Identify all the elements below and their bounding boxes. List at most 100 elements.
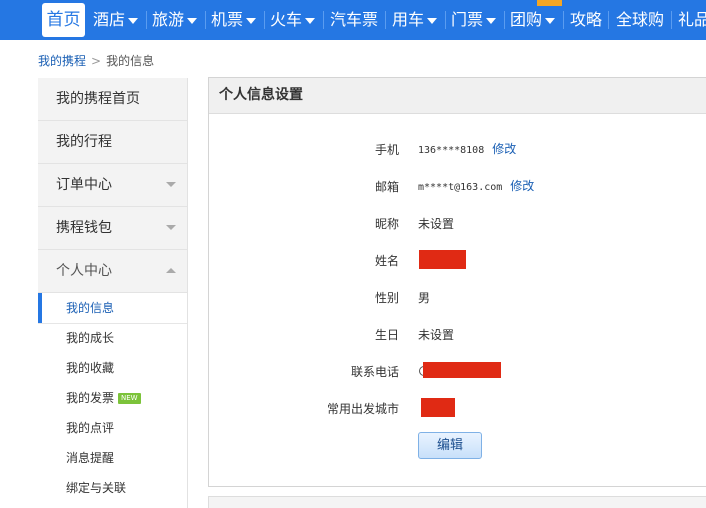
panel-title: 个人信息设置	[219, 87, 303, 103]
gender-value: 男	[418, 291, 431, 305]
chevron-down-icon	[427, 17, 438, 24]
nav-groupbuy[interactable]: 团购	[510, 0, 556, 40]
phone-redacted	[423, 362, 501, 378]
nav-divider	[323, 11, 324, 29]
chevron-down-icon	[187, 17, 198, 24]
sidebar-subitem-notifications[interactable]: 消息提醒	[38, 443, 187, 473]
sidebar-subitem-label: 我的成长	[66, 331, 115, 345]
panel-header: 个人信息设置	[209, 78, 706, 114]
sidebar-item-label: 我的行程	[56, 134, 112, 150]
nickname-value: 未设置	[418, 217, 455, 231]
sidebar-subitem-wrap: 我的发票 NEW	[66, 383, 141, 413]
sidebar-subitem-label: 绑定与关联	[66, 481, 127, 495]
name-redacted	[419, 250, 466, 269]
nav-train-label: 火车	[270, 10, 303, 29]
personal-info-panel: 个人信息设置 手机 136****8108 修改 邮箱 m****t@163.co…	[208, 77, 706, 487]
sidebar-item-home[interactable]: 我的携程首页	[38, 78, 187, 121]
nav-car-label: 用车	[392, 10, 425, 29]
sidebar-item-wallet[interactable]: 携程钱包	[38, 207, 187, 250]
nav-hotel[interactable]: 酒店	[93, 0, 139, 40]
sidebar-submenu: 我的信息 我的成长 我的收藏 我的发票 NEW 我的点评 消息提醒 绑定与关联	[38, 293, 187, 508]
nav-car[interactable]: 用车	[392, 0, 438, 40]
sidebar-subitem-growth[interactable]: 我的成长	[38, 323, 187, 353]
sidebar-item-trips[interactable]: 我的行程	[38, 121, 187, 164]
sidebar: 我的携程首页 我的行程 订单中心 携程钱包 个人中心 我的信息 我的成长 我的收…	[38, 78, 188, 508]
sidebar-subitem-label: 消息提醒	[66, 451, 115, 465]
sidebar-item-label: 个人中心	[56, 263, 112, 279]
sidebar-subitem-label: 我的收藏	[66, 361, 115, 375]
email-row: m****t@163.com 修改	[418, 178, 534, 196]
sidebar-subitem-label: 我的点评	[66, 421, 115, 435]
chevron-down-icon	[246, 17, 257, 24]
gender-label: 性别	[374, 291, 399, 305]
nav-divider	[385, 11, 386, 29]
mobile-value: 136****8108	[418, 145, 485, 156]
nav-bus[interactable]: 汽车票	[330, 0, 378, 40]
nav-divider	[205, 11, 206, 29]
breadcrumb: 我的携程 > 我的信息	[38, 53, 154, 69]
sidebar-item-label: 我的携程首页	[56, 91, 140, 107]
sidebar-item-orders[interactable]: 订单中心	[38, 164, 187, 207]
name-label: 姓名	[374, 254, 399, 268]
sidebar-subitem-reviews[interactable]: 我的点评	[38, 413, 187, 443]
mobile-row: 136****8108 修改	[418, 141, 516, 159]
sidebar-subitem-bindings[interactable]: 绑定与关联	[38, 473, 187, 503]
nav-global-shop[interactable]: 全球购	[616, 0, 664, 40]
edit-button[interactable]: 编辑	[418, 432, 482, 459]
nav-hotel-label: 酒店	[93, 10, 126, 29]
sidebar-item-label: 携程钱包	[56, 220, 112, 236]
sidebar-item-personal-center[interactable]: 个人中心	[38, 250, 187, 293]
chevron-down-icon	[486, 17, 497, 24]
edit-mobile-link[interactable]: 修改	[492, 142, 516, 156]
breadcrumb-current: 我的信息	[106, 54, 155, 68]
nav-bus-label: 汽车票	[330, 10, 379, 29]
nav-home[interactable]: 首页	[42, 3, 85, 37]
sidebar-subitem-invoices[interactable]: 我的发票 NEW	[38, 383, 187, 413]
breadcrumb-root-link[interactable]: 我的携程	[38, 54, 86, 68]
nav-divider	[671, 11, 672, 29]
phone-label: 联系电话	[350, 365, 399, 379]
nav-train[interactable]: 火车	[270, 0, 316, 40]
city-label: 常用出发城市	[326, 402, 399, 416]
city-redacted	[421, 398, 455, 417]
nav-divider	[146, 11, 147, 29]
nav-travel[interactable]: 旅游	[152, 0, 198, 40]
nav-divider	[563, 11, 564, 29]
nav-divider	[264, 11, 265, 29]
email-value: m****t@163.com	[418, 182, 503, 193]
birthday-value: 未设置	[418, 328, 455, 342]
triangle-up-icon	[166, 268, 176, 273]
nav-divider	[445, 11, 446, 29]
chevron-down-icon	[128, 17, 139, 24]
nav-tickets[interactable]: 门票	[451, 0, 497, 40]
sidebar-subitem-label: 我的发票	[66, 391, 115, 405]
sidebar-subitem-favorites[interactable]: 我的收藏	[38, 353, 187, 383]
nav-global-shop-label: 全球购	[616, 10, 665, 29]
nav-flights-label: 机票	[211, 10, 244, 29]
nav-gifts[interactable]: 礼品	[678, 0, 706, 40]
nav-guide[interactable]: 攻略	[570, 0, 602, 40]
nav-divider	[504, 11, 505, 29]
chevron-down-icon	[545, 17, 556, 24]
nav-groupbuy-label: 团购	[510, 10, 543, 29]
hot-badge-icon	[537, 0, 562, 6]
nav-flights[interactable]: 机票	[211, 0, 257, 40]
sidebar-item-label: 订单中心	[56, 177, 112, 193]
nav-tickets-label: 门票	[451, 10, 484, 29]
nav-guide-label: 攻略	[570, 10, 603, 29]
new-badge: NEW	[118, 393, 141, 404]
next-panel-edge	[208, 496, 706, 508]
sidebar-subitem-my-info[interactable]: 我的信息	[38, 293, 187, 324]
edit-email-link[interactable]: 修改	[510, 179, 534, 193]
nav-divider	[608, 11, 609, 29]
active-indicator	[38, 293, 42, 323]
birthday-label: 生日	[374, 328, 399, 342]
chevron-right-icon: >	[91, 54, 102, 68]
email-label: 邮箱	[374, 180, 399, 194]
nav-gifts-label: 礼品	[678, 10, 706, 29]
sidebar-subitem-label: 我的信息	[66, 301, 115, 315]
nickname-label: 昵称	[374, 217, 399, 231]
top-nav: 首页 酒店 旅游 机票 火车 汽车票 用车 门票 团购 攻略 全球购 礼品	[0, 0, 706, 40]
triangle-down-icon	[166, 182, 176, 187]
triangle-down-icon	[166, 225, 176, 230]
